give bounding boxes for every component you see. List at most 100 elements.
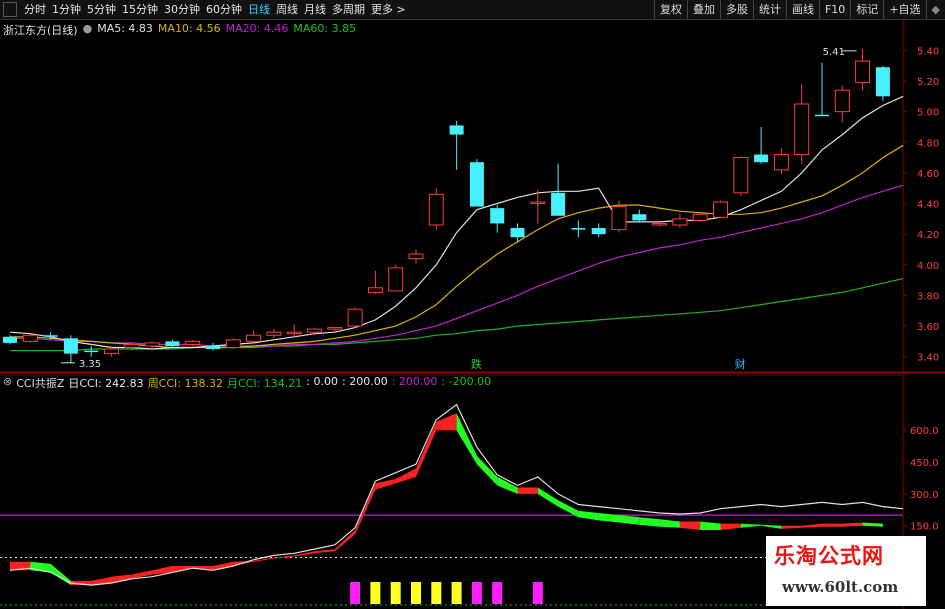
- cci-minus200-label: : -200.00: [441, 375, 492, 388]
- cci-tick-label-0: 600.0: [910, 426, 939, 437]
- toolbar-button-1[interactable]: 叠加: [686, 0, 720, 19]
- toolbar-button-5[interactable]: F10: [818, 0, 850, 19]
- price-tick-label-4: 4.60: [917, 169, 939, 180]
- cci-band-seg-16: [334, 530, 356, 552]
- toolbar-button-4[interactable]: 画线: [785, 0, 819, 19]
- tab-3[interactable]: 15分钟: [119, 0, 161, 19]
- tab-8[interactable]: 月线: [301, 0, 329, 19]
- cci-month-label: 月CCI: 134.21: [227, 377, 303, 390]
- price-tick-label-6: 4.20: [917, 230, 939, 241]
- cci-200-label: : 200.00: [342, 375, 388, 388]
- candle-0: [3, 336, 17, 343]
- cci-band-seg-34: [700, 521, 721, 530]
- period-tabs: 分时 1分钟 5分钟 15分钟 30分钟 60分钟 日线 周线 月线 多周期 更多 >: [21, 0, 409, 19]
- candle-9: [185, 340, 201, 345]
- watermark-title: 乐淘公式网: [774, 544, 884, 568]
- candle-26: [530, 201, 546, 204]
- cci-tick-label-2: 300.0: [910, 490, 939, 501]
- candle-6: [124, 343, 140, 348]
- cci-band-seg-14: [294, 551, 315, 557]
- candle-11: [225, 339, 241, 348]
- tab-2[interactable]: 5分钟: [84, 0, 119, 19]
- toolbar-button-3[interactable]: 统计: [752, 0, 786, 19]
- price-tick-label-3: 4.80: [917, 138, 939, 149]
- candle-19: [388, 267, 404, 292]
- ma10-label: MA10: 4.56: [157, 22, 221, 35]
- watermark-url: www.60lt.com: [782, 578, 899, 596]
- candle-1: [22, 334, 38, 342]
- candle-14: [286, 331, 302, 335]
- tab-6[interactable]: 日线: [245, 0, 273, 19]
- cci-band-seg-20: [416, 421, 437, 477]
- candle-38: [773, 154, 789, 171]
- cci-band-seg-26: [537, 487, 559, 507]
- cci-band-seg-5: [111, 574, 132, 583]
- toolbar-button-6[interactable]: 标记: [850, 0, 883, 19]
- cci-band-seg-37: [761, 524, 782, 529]
- ma5-label: MA5: 4.83: [97, 22, 153, 35]
- watermark-logo: 乐淘公式网 www.60lt.com: [766, 536, 926, 606]
- kline-chart[interactable]: 5.40 5.20 5.00 4.80 4.60 4.40 4.20 4.00 3.80 3.60…: [0, 20, 945, 609]
- signal-bar-0: [350, 582, 361, 604]
- candle-31: [632, 214, 647, 221]
- candle-27: [551, 192, 566, 216]
- cci-band-seg-35: [720, 523, 741, 530]
- tab-1[interactable]: 1分钟: [49, 0, 84, 19]
- toolbar-button-8[interactable]: ◆: [925, 0, 945, 19]
- event-marker-cai: 财: [735, 357, 746, 371]
- cci-band-seg-18: [375, 479, 396, 490]
- candle-23: [469, 162, 484, 207]
- price-tick-label-8: 3.80: [917, 291, 939, 302]
- cci-tick-label-1: 450.0: [910, 458, 939, 469]
- cci-name: CCI共振Z: [16, 377, 65, 390]
- candle-18: [367, 287, 383, 293]
- stock-title: 浙江东方(日线): [3, 24, 78, 37]
- ma10-line: [10, 144, 904, 349]
- price-tick-label-9: 3.60: [917, 322, 939, 333]
- signal-bar-8: [532, 582, 543, 604]
- signal-bar-3: [411, 582, 421, 604]
- toolbar-button-2[interactable]: 多股: [719, 0, 753, 19]
- cci-band-seg-42: [862, 522, 883, 527]
- tab-7[interactable]: 周线: [273, 0, 301, 19]
- signal-bar-5: [451, 582, 462, 604]
- tab-10[interactable]: 更多 >: [368, 0, 409, 19]
- cci-band-seg-36: [740, 523, 762, 528]
- cci-band-seg-40: [822, 523, 843, 527]
- ma60-line: [10, 278, 904, 352]
- candle-20: [408, 253, 424, 260]
- candle-2: [43, 335, 58, 337]
- ma60-label: MA60: 3.85: [293, 22, 357, 35]
- candle-39: [794, 103, 810, 156]
- cci-tick-label-3: 150.0: [910, 522, 939, 533]
- candle-10: [206, 345, 220, 350]
- cci-band-seg-25: [517, 487, 538, 494]
- cci-band-seg-21: [436, 413, 457, 431]
- right-toolbar: 复权 叠加 多股 统计 画线 F10 标记 +自选 ◆: [653, 0, 945, 19]
- candle-22: [449, 125, 464, 135]
- toolbar-button-0[interactable]: 复权: [653, 0, 687, 19]
- cci-band-seg-38: [781, 525, 802, 529]
- cci-band-seg-28: [578, 510, 599, 521]
- cci-band-seg-19: [395, 468, 416, 484]
- cci-band-seg-33: [679, 521, 701, 530]
- tab-9[interactable]: 多周期: [329, 0, 368, 19]
- candle-34: [692, 213, 708, 221]
- tab-5[interactable]: 60分钟: [203, 0, 245, 19]
- tab-4[interactable]: 30分钟: [161, 0, 203, 19]
- cci-zero-label: : 0.00: [306, 375, 339, 388]
- tab-0[interactable]: 分时: [21, 0, 49, 19]
- price-tick-label-5: 4.40: [917, 200, 939, 211]
- signal-bar-6: [471, 582, 482, 604]
- candle-43: [875, 67, 890, 97]
- candle-28: [571, 228, 586, 230]
- cci-band-seg-13: [273, 555, 295, 559]
- settings-icon[interactable]: ●: [83, 22, 93, 38]
- toolbar-button-7[interactable]: +自选: [883, 0, 925, 19]
- panel-toggle-icon[interactable]: [3, 2, 17, 17]
- candle-3: [63, 338, 78, 354]
- candle-4: [84, 350, 99, 353]
- candle-7: [144, 342, 160, 347]
- candle-21: [428, 193, 444, 226]
- indicator-close-icon[interactable]: ⊗: [3, 375, 12, 391]
